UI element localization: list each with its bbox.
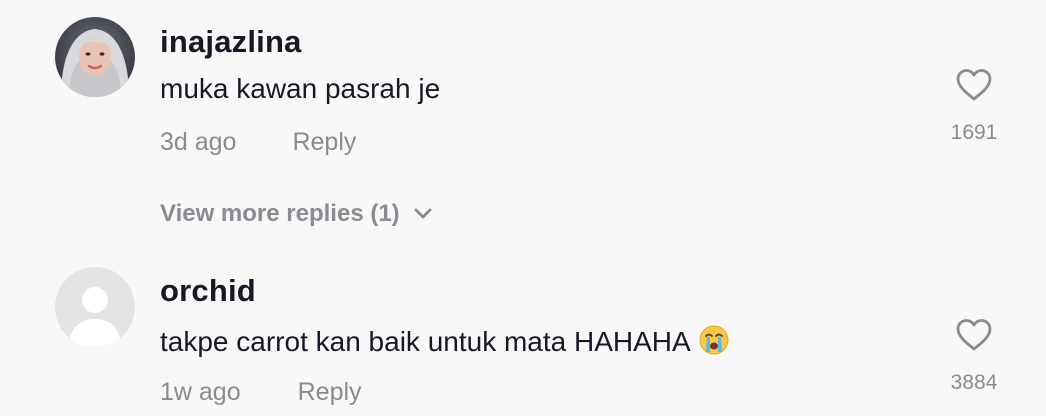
comment-meta: 3d ago Reply	[160, 130, 356, 155]
comment-username[interactable]: inajazlina	[160, 26, 302, 57]
comment-username[interactable]: orchid	[160, 275, 256, 306]
loudly-crying-face-icon	[699, 325, 729, 360]
comment-timestamp: 3d ago	[160, 128, 237, 156]
heart-icon[interactable]	[955, 318, 993, 352]
comment-meta: 1w ago Reply	[160, 380, 362, 405]
reply-button[interactable]: Reply	[292, 130, 356, 155]
heart-icon[interactable]	[955, 68, 993, 102]
comment-text-content: takpe carrot kan baik untuk mata HAHAHA	[160, 326, 691, 357]
default-avatar-icon	[55, 267, 135, 347]
comment-timestamp: 1w ago	[160, 378, 241, 406]
chevron-down-icon	[414, 208, 432, 219]
view-more-replies-label: View more replies (1)	[160, 200, 400, 227]
user-avatar[interactable]	[55, 17, 135, 97]
like-count: 3884	[950, 371, 998, 394]
like-button[interactable]: 1691	[935, 68, 1013, 143]
user-photo-avatar-icon	[55, 17, 135, 97]
comment-text: muka kawan pasrah je	[160, 73, 441, 104]
user-avatar[interactable]	[55, 267, 135, 347]
like-count: 1691	[950, 121, 998, 144]
view-more-replies-button[interactable]: View more replies (1)	[160, 202, 432, 226]
reply-button[interactable]: Reply	[298, 380, 362, 405]
like-button[interactable]: 3884	[935, 318, 1013, 393]
comment-text: takpe carrot kan baik untuk mata HAHAHA	[160, 325, 729, 360]
